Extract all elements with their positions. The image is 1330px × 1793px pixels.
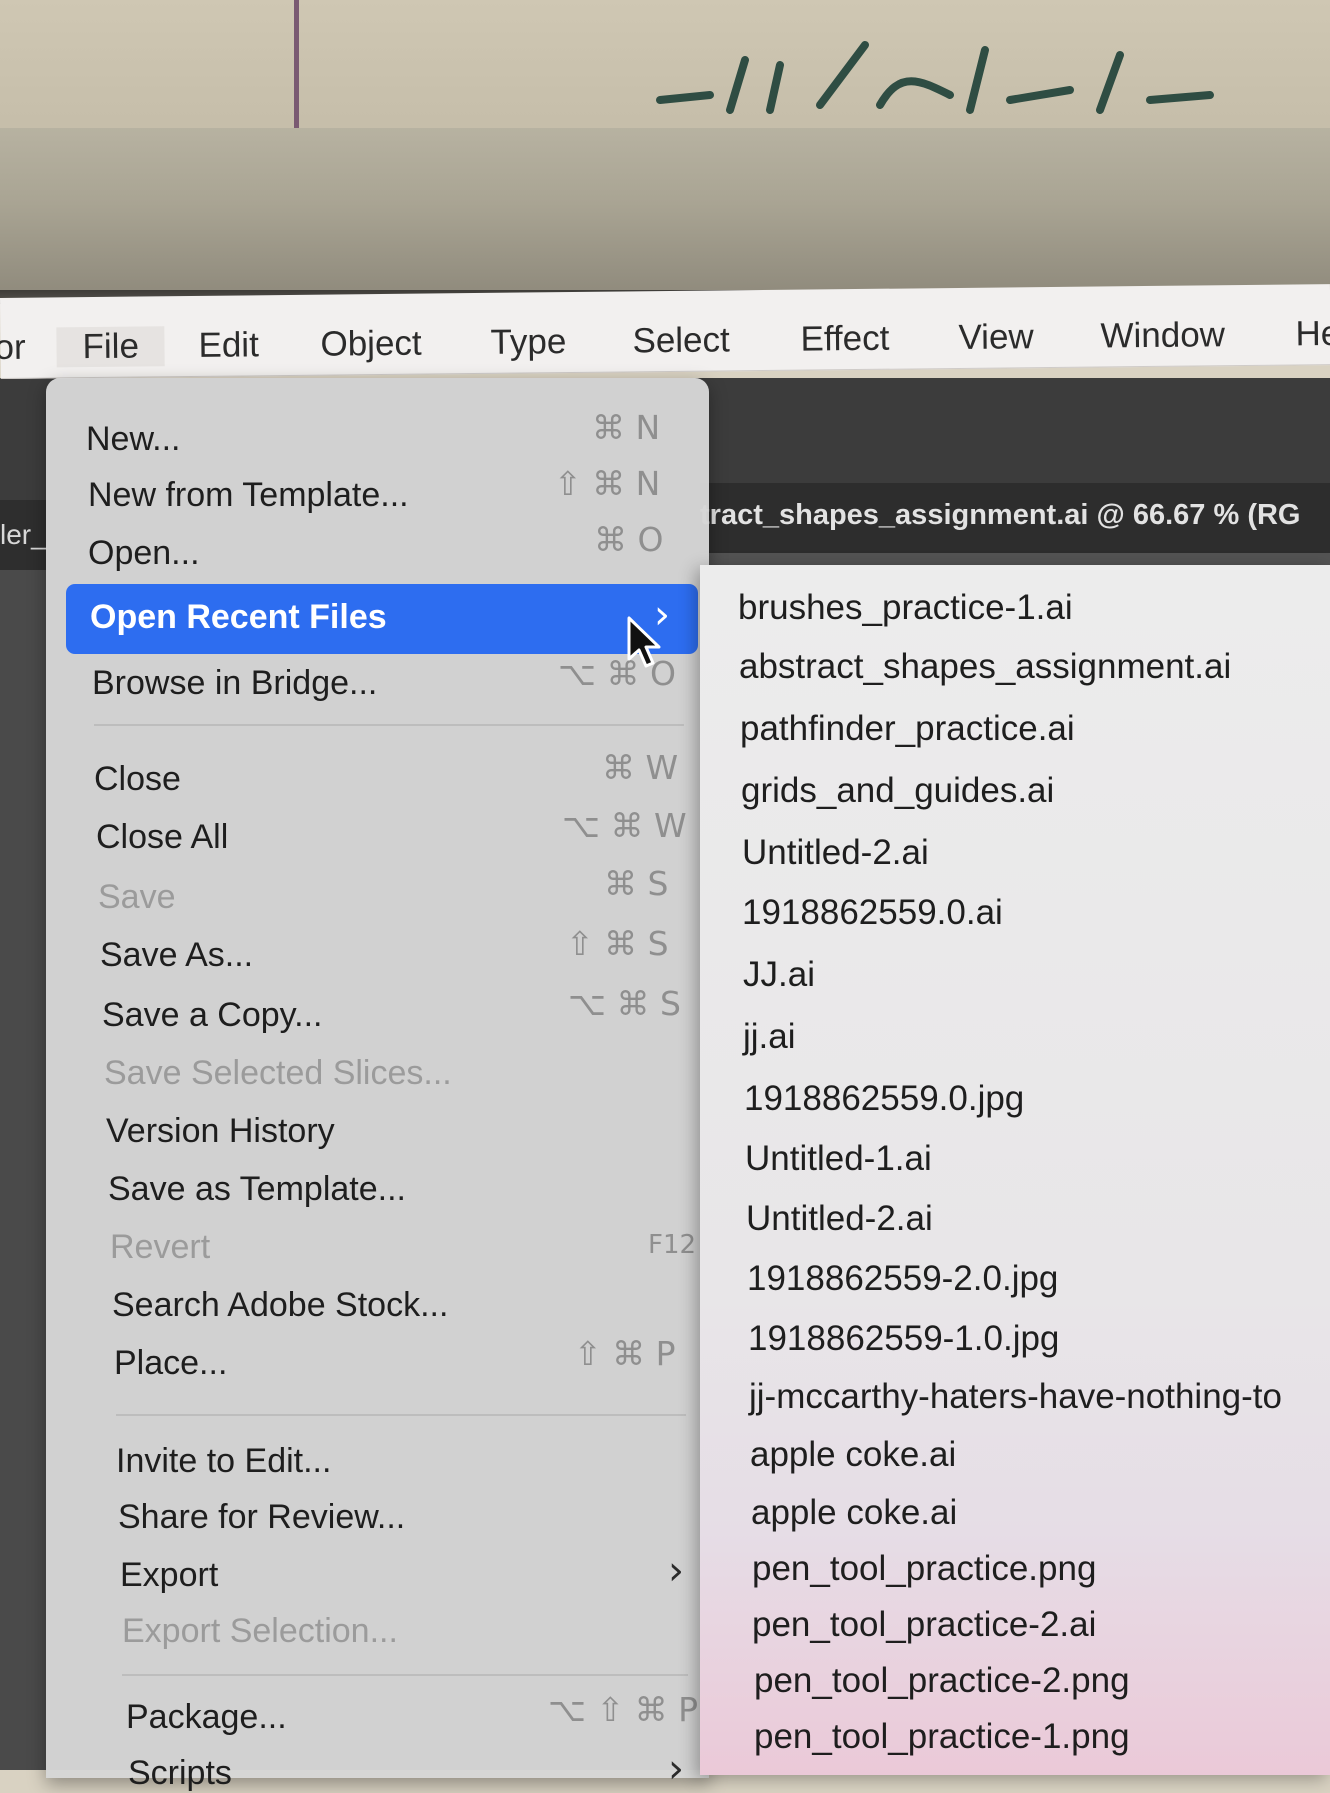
recent-file-item[interactable]: pen_tool_practice-2.png bbox=[754, 1661, 1130, 1701]
menu-separator bbox=[94, 724, 684, 726]
recent-file-item[interactable]: grids_and_guides.ai bbox=[741, 771, 1054, 811]
shortcut-label: ⌘ W bbox=[602, 748, 679, 787]
shortcut-label: F12 bbox=[648, 1230, 697, 1260]
menu-item-label: Revert bbox=[110, 1228, 211, 1266]
shortcut-label: ⌥ ⌘ S bbox=[568, 984, 681, 1023]
recent-file-item[interactable]: 1918862559-2.0.jpg bbox=[747, 1259, 1058, 1299]
recent-file-item[interactable]: 1918862559-1.0.jpg bbox=[748, 1319, 1059, 1359]
menu-item-label: Place... bbox=[114, 1344, 228, 1382]
shortcut-label: ⌥ ⇧ ⌘ P bbox=[548, 1690, 699, 1729]
menu-item-label: Search Adobe Stock... bbox=[112, 1286, 449, 1324]
document-tab[interactable]: tract_shapes_assignment.ai @ 66.67 % (RG bbox=[700, 483, 1330, 553]
menu-item-label: Invite to Edit... bbox=[116, 1442, 332, 1480]
recent-file-item[interactable]: apple coke.ai bbox=[750, 1435, 956, 1475]
recent-file-item[interactable]: pen_tool_practice-1.png bbox=[754, 1717, 1130, 1757]
open-recent-submenu: brushes_practice-1.ai abstract_shapes_as… bbox=[700, 565, 1330, 1775]
menu-item-label: Export bbox=[120, 1556, 219, 1594]
menu-item-label: Close bbox=[94, 760, 181, 798]
menu-item-label: Save a Copy... bbox=[102, 996, 323, 1034]
shortcut-label: ⇧ ⌘ S bbox=[566, 924, 669, 963]
recent-file-item[interactable]: jj-mccarthy-haters-have-nothing-to bbox=[749, 1377, 1282, 1417]
menu-separator bbox=[116, 1414, 686, 1416]
recent-file-item[interactable]: pathfinder_practice.ai bbox=[740, 709, 1075, 749]
menu-effect[interactable]: Effect bbox=[800, 319, 889, 360]
shortcut-label: ⌘ S bbox=[604, 864, 669, 903]
whiteboard-writing bbox=[656, 41, 1214, 114]
monitor-bezel bbox=[0, 128, 1330, 296]
recent-file-item[interactable]: Untitled-2.ai bbox=[746, 1199, 933, 1239]
shortcut-label: ⌘ O bbox=[594, 520, 664, 559]
menu-file[interactable]: File bbox=[56, 326, 166, 368]
menu-select[interactable]: Select bbox=[632, 320, 730, 361]
recent-file-item[interactable]: jj.ai bbox=[743, 1017, 796, 1057]
menu-edit[interactable]: Edit bbox=[198, 325, 259, 366]
menu-item-label: Share for Review... bbox=[118, 1498, 406, 1536]
menu-item-label: Save Selected Slices... bbox=[104, 1054, 452, 1092]
mouse-pointer-icon bbox=[627, 616, 661, 668]
recent-file-item[interactable]: JJ.ai bbox=[743, 955, 815, 995]
file-menu: New... ⌘ N New from Template... ⇧ ⌘ N Op… bbox=[46, 378, 709, 1792]
recent-file-item[interactable]: pen_tool_practice-2.ai bbox=[752, 1605, 1096, 1645]
shortcut-label: ⌘ N bbox=[592, 408, 661, 447]
menu-object[interactable]: Object bbox=[320, 324, 422, 365]
menu-item-label: Package... bbox=[126, 1698, 287, 1736]
chevron-right-icon: › bbox=[668, 1746, 684, 1792]
recent-file-item[interactable]: Untitled-1.ai bbox=[745, 1139, 932, 1179]
menu-item-label: Save bbox=[98, 878, 176, 916]
chevron-right-icon: › bbox=[668, 1548, 684, 1594]
menu-item-label: Save as Template... bbox=[108, 1170, 406, 1208]
menu-item-label: Browse in Bridge... bbox=[92, 664, 378, 702]
recent-file-item[interactable]: apple coke.ai bbox=[751, 1493, 957, 1533]
recent-file-item[interactable]: pen_tool_practice.png bbox=[752, 1549, 1096, 1589]
recent-file-item[interactable]: 1918862559.0.ai bbox=[742, 893, 1003, 933]
menu-bar: or File Edit Object Type Select Effect V… bbox=[0, 284, 1330, 379]
menu-app[interactable]: or bbox=[0, 328, 26, 368]
menu-item-label: Export Selection... bbox=[122, 1612, 398, 1650]
recent-file-item[interactable]: 1918862559.0.jpg bbox=[744, 1079, 1024, 1119]
menu-item-label: Close All bbox=[96, 818, 229, 856]
menu-item-label: Scripts bbox=[128, 1754, 232, 1792]
recent-file-item[interactable]: Untitled-2.ai bbox=[742, 833, 929, 873]
menu-view[interactable]: View bbox=[958, 317, 1034, 358]
menu-item-label: Open... bbox=[88, 534, 200, 572]
recent-file-item[interactable]: abstract_shapes_assignment.ai bbox=[739, 647, 1231, 687]
left-document-tab[interactable]: ler_ bbox=[0, 500, 50, 570]
menu-item-label: New... bbox=[86, 420, 181, 458]
menu-help[interactable]: He bbox=[1295, 314, 1330, 354]
menu-item-label: Save As... bbox=[100, 936, 254, 974]
menu-item-label: New from Template... bbox=[88, 476, 409, 514]
menu-separator bbox=[122, 1674, 688, 1676]
shortcut-label: ⇧ ⌘ P bbox=[574, 1334, 676, 1373]
recent-file-item[interactable]: brushes_practice-1.ai bbox=[738, 588, 1073, 628]
menu-item-label: Version History bbox=[106, 1112, 335, 1150]
shortcut-label: ⇧ ⌘ N bbox=[554, 464, 661, 503]
menu-type[interactable]: Type bbox=[490, 322, 566, 363]
shortcut-label: ⌥ ⌘ W bbox=[562, 806, 687, 845]
menu-item-label: Open Recent Files bbox=[90, 598, 387, 636]
menu-item-open-recent-files[interactable]: Open Recent Files › bbox=[66, 584, 698, 654]
menu-window[interactable]: Window bbox=[1100, 315, 1225, 356]
